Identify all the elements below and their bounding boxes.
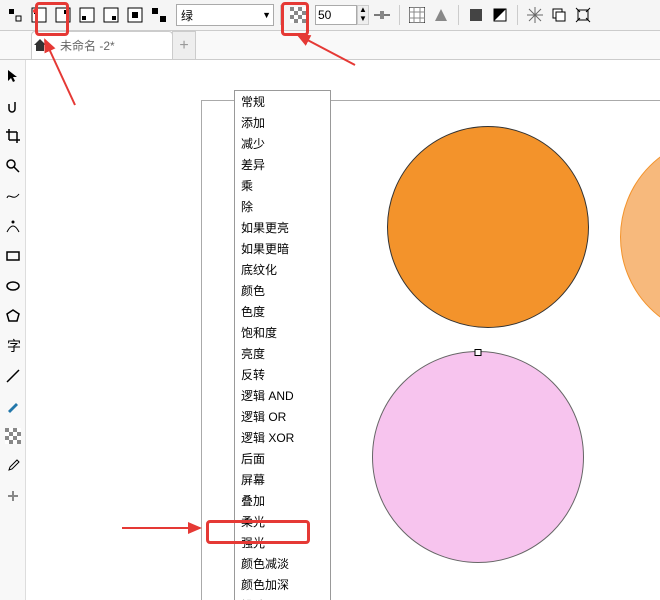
star-icon[interactable] — [524, 4, 546, 26]
grid-icon[interactable] — [406, 4, 428, 26]
toolbar-divider-3 — [458, 5, 459, 25]
tool-icon-7[interactable] — [148, 4, 170, 26]
selection-handle[interactable] — [475, 349, 482, 356]
fill-square-icon[interactable] — [465, 4, 487, 26]
dropdown-item[interactable]: 逻辑 AND — [235, 385, 330, 406]
expand-icon[interactable] — [572, 4, 594, 26]
dropdown-item[interactable]: 乘 — [235, 175, 330, 196]
brush-tool[interactable] — [3, 396, 23, 416]
dropdown-item[interactable]: 逻辑 XOR — [235, 427, 330, 448]
document-tab[interactable]: 未命名 -2* — [31, 31, 173, 59]
dropdown-item[interactable]: 逻辑 OR — [235, 406, 330, 427]
freehand-tool[interactable] — [3, 186, 23, 206]
opacity-stepper[interactable]: ▲▼ — [357, 5, 369, 25]
orange-circle[interactable] — [387, 126, 589, 328]
dropdown-item[interactable]: 叠加 — [235, 490, 330, 511]
tool-icon-4[interactable] — [76, 4, 98, 26]
dropdown-item[interactable]: 饱和度 — [235, 322, 330, 343]
home-icon[interactable] — [32, 37, 48, 53]
copy-icon[interactable] — [548, 4, 570, 26]
dropdown-item[interactable]: 后面 — [235, 448, 330, 469]
triangle-icon[interactable] — [430, 4, 452, 26]
text-tool[interactable]: 字 — [3, 336, 23, 356]
light-orange-circle[interactable] — [620, 136, 660, 338]
checker-icon[interactable] — [287, 4, 309, 26]
add-tab-button[interactable]: + — [172, 31, 196, 59]
tool-icon-3[interactable] — [52, 4, 74, 26]
line-tool[interactable] — [3, 366, 23, 386]
eyedropper-tool[interactable] — [3, 456, 23, 476]
dropdown-item[interactable]: 色度 — [235, 301, 330, 322]
svg-text:字: 字 — [7, 339, 21, 354]
blend-mode-value: 绿 — [181, 7, 193, 24]
contrast-icon[interactable] — [489, 4, 511, 26]
tool-icon-5[interactable] — [100, 4, 122, 26]
cursor-tool[interactable] — [3, 66, 23, 86]
dropdown-item[interactable]: 颜色 — [235, 280, 330, 301]
plus-tool[interactable] — [3, 486, 23, 506]
zoom-tool[interactable] — [3, 156, 23, 176]
tab-title: 未命名 -2* — [60, 39, 115, 53]
dropdown-item[interactable]: 添加 — [235, 112, 330, 133]
toolbar-divider-2 — [399, 5, 400, 25]
blend-mode-select[interactable]: 绿 ▼ — [176, 4, 274, 26]
dropdown-item[interactable]: 差异 — [235, 154, 330, 175]
checker-tool[interactable] — [3, 426, 23, 446]
dropdown-item[interactable]: 排除 — [235, 595, 330, 600]
dropdown-item[interactable]: 柔光 — [235, 511, 330, 532]
dropdown-item[interactable]: 减少 — [235, 133, 330, 154]
dropdown-item[interactable]: 反转 — [235, 364, 330, 385]
toolbar-divider-4 — [517, 5, 518, 25]
ellipse-tool[interactable] — [3, 276, 23, 296]
toolbar-divider-1 — [280, 5, 281, 25]
dropdown-item[interactable]: 如果更亮 — [235, 217, 330, 238]
dropdown-item[interactable]: 颜色减淡 — [235, 553, 330, 574]
dropdown-item[interactable]: 颜色加深 — [235, 574, 330, 595]
polygon-tool[interactable] — [3, 306, 23, 326]
tool-icon-1[interactable] — [4, 4, 26, 26]
dropdown-item[interactable]: 亮度 — [235, 343, 330, 364]
tool-icon-6[interactable] — [124, 4, 146, 26]
dropdown-item[interactable]: 如果更暗 — [235, 238, 330, 259]
dropdown-item[interactable]: 底纹化 — [235, 259, 330, 280]
curve-tool[interactable] — [3, 216, 23, 236]
dropdown-item[interactable]: 屏幕 — [235, 469, 330, 490]
rectangle-tool[interactable] — [3, 246, 23, 266]
pink-circle[interactable] — [372, 351, 584, 563]
dropdown-item[interactable]: 除 — [235, 196, 330, 217]
pan-tool[interactable] — [3, 96, 23, 116]
opacity-input[interactable] — [315, 5, 357, 25]
tool-icon-2[interactable] — [28, 4, 50, 26]
dropdown-arrow-icon: ▼ — [262, 10, 271, 20]
crop-tool[interactable] — [3, 126, 23, 146]
blend-mode-dropdown[interactable]: 常规添加减少差异乘除如果更亮如果更暗底纹化颜色色度饱和度亮度反转逻辑 AND逻辑… — [234, 90, 331, 600]
dropdown-item[interactable]: 强光 — [235, 532, 330, 553]
dropdown-item[interactable]: 常规 — [235, 91, 330, 112]
slider-icon[interactable] — [371, 4, 393, 26]
